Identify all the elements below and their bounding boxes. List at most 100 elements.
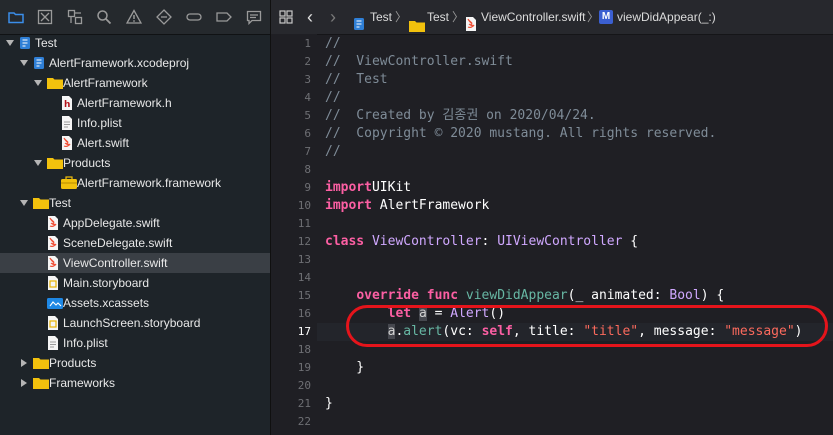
disclosure-expanded-icon[interactable] [32, 153, 44, 173]
project-file-icon [19, 36, 33, 50]
line-number: 6 [304, 127, 311, 140]
tree-item-label: AppDelegate.swift [63, 216, 160, 230]
line-number: 7 [304, 145, 311, 158]
line-number: 11 [297, 217, 311, 230]
code-line[interactable]: // Test [325, 71, 388, 89]
disclosure-expanded-icon[interactable] [32, 73, 44, 93]
tree-item[interactable]: Main.storyboard [0, 273, 270, 293]
disclosure-expanded-icon[interactable] [18, 193, 30, 213]
tree-item-label: Products [49, 356, 97, 370]
folder-icon [47, 156, 63, 170]
code-line[interactable]: // Created by 김종권 on 2020/04/24. [325, 107, 596, 125]
tree-item[interactable]: Test [0, 193, 270, 213]
test-icon[interactable] [156, 9, 172, 25]
folder-icon [33, 196, 49, 210]
tree-item[interactable]: AlertFramework [0, 73, 270, 93]
code-line[interactable]: } [325, 359, 364, 377]
code-token: (_ animated: [567, 288, 670, 303]
tree-item-label: Test [35, 36, 58, 50]
code-token: Bool [669, 288, 701, 303]
line-number: 5 [304, 109, 311, 122]
storyboard-file-icon [47, 276, 61, 290]
code-line[interactable]: // [325, 89, 341, 107]
line-number: 9 [304, 181, 311, 194]
code-token: import [325, 180, 372, 195]
plist-file-icon [61, 116, 75, 130]
tree-item[interactable]: Assets.xcassets [0, 293, 270, 313]
tree-item-label: AlertFramework [63, 76, 148, 90]
code-token: // [325, 144, 341, 159]
forward-arrow-icon[interactable]: › [330, 0, 336, 34]
code-line[interactable]: importUIKit [325, 179, 411, 197]
code-line[interactable]: override func viewDidAppear(_ animated: … [325, 287, 724, 305]
plist-file-icon [47, 336, 61, 350]
code-line[interactable]: // [325, 143, 341, 161]
tree-item[interactable]: LaunchScreen.storyboard [0, 313, 270, 333]
breakpoint-icon[interactable] [216, 9, 232, 25]
folder-icon[interactable] [8, 9, 24, 25]
tree-item[interactable]: AlertFramework.xcodeproj [0, 53, 270, 73]
symbol-icon[interactable] [67, 9, 83, 25]
swift-file-icon [47, 216, 61, 230]
breadcrumb-separator-icon: 〉 [395, 10, 408, 24]
code-line[interactable]: import AlertFramework [325, 197, 489, 215]
back-arrow-icon[interactable]: ‹ [307, 0, 313, 34]
project-navigator: Test AlertFramework.xcodeproj AlertFramewo… [0, 0, 271, 435]
disclosure-expanded-icon[interactable] [4, 33, 16, 53]
tree-item[interactable]: AppDelegate.swift [0, 213, 270, 233]
breadcrumb-method[interactable]: viewDidAppear(_:) [617, 0, 716, 34]
breadcrumb-project[interactable]: Test [370, 0, 392, 34]
tree-item[interactable]: Frameworks [0, 373, 270, 393]
tree-item[interactable]: ViewController.swift [0, 253, 270, 273]
tree-item[interactable]: Test [0, 33, 270, 53]
tree-item-label: AlertFramework.h [77, 96, 172, 110]
tree-item[interactable]: h AlertFramework.h [0, 93, 270, 113]
folder-icon [33, 356, 49, 370]
source-control-icon[interactable] [37, 9, 53, 25]
breadcrumb-file[interactable]: ViewController.swift [481, 0, 585, 34]
code-line[interactable]: // ViewController.swift [325, 53, 513, 71]
tree-item[interactable]: AlertFramework.framework [0, 173, 270, 193]
tree-item[interactable]: Products [0, 153, 270, 173]
tree-item[interactable]: Info.plist [0, 113, 270, 133]
storyboard-file-icon [47, 316, 61, 330]
tree-item[interactable]: Info.plist [0, 333, 270, 353]
file-tree: Test AlertFramework.xcodeproj AlertFramewo… [0, 33, 270, 393]
disclosure-collapsed-icon[interactable] [18, 353, 30, 373]
line-number: 13 [297, 253, 311, 266]
find-icon[interactable] [96, 9, 112, 25]
breadcrumb-separator-icon: 〉 [452, 10, 465, 24]
breadcrumb-group[interactable]: Test [427, 0, 449, 34]
tree-item-label: Frameworks [49, 376, 116, 390]
disclosure-collapsed-icon[interactable] [18, 373, 30, 393]
related-items-icon[interactable] [279, 10, 293, 24]
issue-icon[interactable] [126, 9, 142, 25]
line-number: 15 [297, 289, 311, 302]
code-line[interactable]: class ViewController: UIViewController { [325, 233, 638, 251]
report-icon[interactable] [246, 9, 262, 25]
tree-item[interactable]: SceneDelegate.swift [0, 233, 270, 253]
svg-text:h: h [64, 100, 70, 110]
disclosure-expanded-icon[interactable] [18, 53, 30, 73]
code-line[interactable]: // Copyright © 2020 mustang. All rights … [325, 125, 716, 143]
code-token: // Test [325, 72, 388, 87]
line-number: 21 [297, 397, 311, 410]
tree-item[interactable]: Alert.swift [0, 133, 270, 153]
swift-file-icon [61, 136, 75, 150]
line-number: 1 [304, 37, 311, 50]
tree-item-label: SceneDelegate.swift [63, 236, 173, 250]
code-line[interactable]: } [325, 395, 333, 413]
line-number: 3 [304, 73, 311, 86]
code-area[interactable]: // // ViewController.swift // Test // // Cre… [317, 34, 833, 435]
project-file-icon [353, 10, 365, 30]
debug-icon[interactable] [186, 9, 202, 25]
code-token: AlertFramework [371, 198, 490, 213]
tree-item-label: Main.storyboard [63, 276, 150, 290]
code-line[interactable]: // [325, 35, 341, 53]
line-number: 4 [304, 91, 311, 104]
line-number: 14 [297, 271, 311, 284]
tree-item[interactable]: Products [0, 353, 270, 373]
code-token: // [325, 36, 341, 51]
